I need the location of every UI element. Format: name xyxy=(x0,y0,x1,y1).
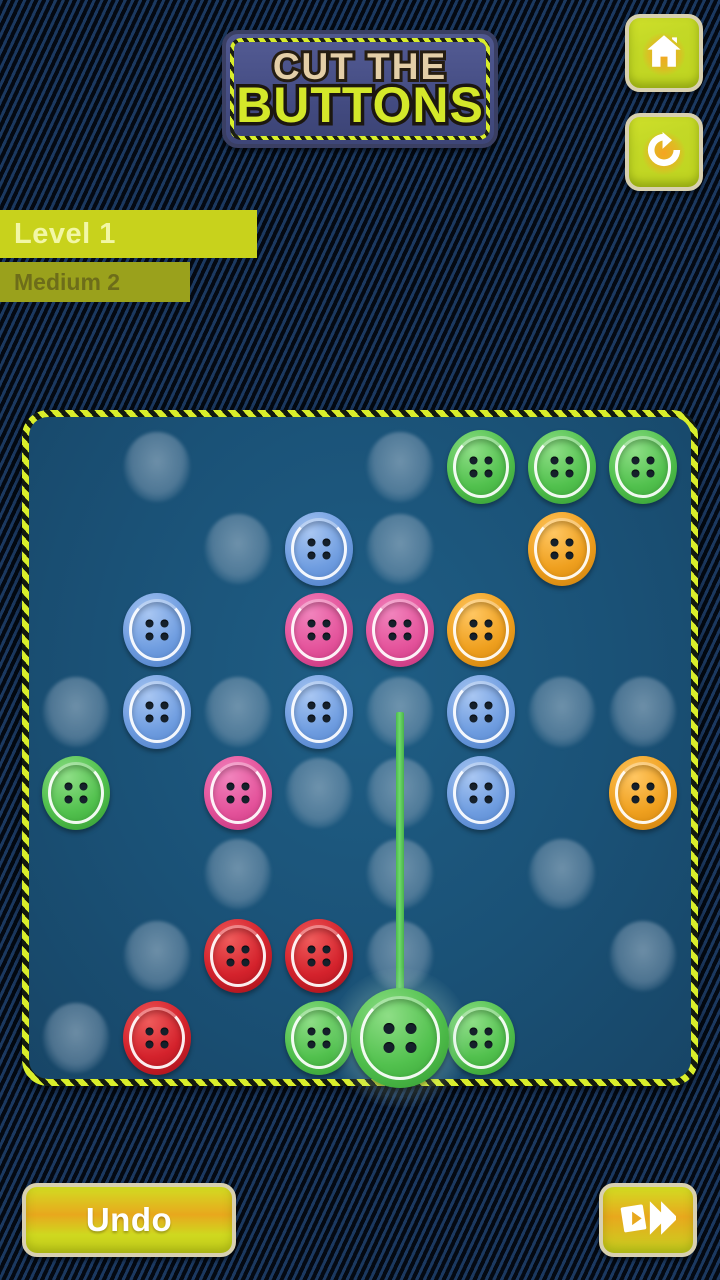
button-piece-pink[interactable] xyxy=(204,756,272,830)
title-inner: Cut The Buttons xyxy=(234,42,486,136)
restart-button[interactable] xyxy=(625,113,703,191)
button-piece-pink[interactable] xyxy=(285,593,353,667)
button-piece-red[interactable] xyxy=(123,1001,191,1075)
restart-icon xyxy=(642,128,686,177)
button-piece-green[interactable] xyxy=(447,430,515,504)
button-piece-green-selected[interactable] xyxy=(328,968,472,1108)
button-holes xyxy=(226,945,250,967)
button-piece-red[interactable] xyxy=(285,919,353,993)
undo-button[interactable]: Undo xyxy=(22,1183,236,1257)
button-holes xyxy=(550,538,574,560)
button-piece-pink[interactable] xyxy=(366,593,434,667)
button-piece-orange[interactable] xyxy=(447,593,515,667)
game-title-banner: Cut The Buttons xyxy=(222,30,498,148)
button-holes xyxy=(383,1023,417,1053)
button-holes xyxy=(631,456,655,478)
button-piece-green[interactable] xyxy=(285,1001,353,1075)
button-holes xyxy=(469,701,493,723)
button-piece-green[interactable] xyxy=(609,430,677,504)
button-piece-green[interactable] xyxy=(447,1001,515,1075)
button-holes xyxy=(550,456,574,478)
button-holes xyxy=(469,456,493,478)
button-holes xyxy=(307,538,331,560)
button-holes xyxy=(469,619,493,641)
undo-label: Undo xyxy=(85,1201,173,1238)
fast-forward-icon xyxy=(620,1196,678,1245)
button-piece-blue[interactable] xyxy=(123,675,191,749)
home-button[interactable] xyxy=(625,14,703,92)
button-piece-red[interactable] xyxy=(204,919,272,993)
button-piece-blue[interactable] xyxy=(447,675,515,749)
button-holes xyxy=(145,1027,169,1049)
button-holes xyxy=(307,1027,331,1049)
level-label: Level 1 xyxy=(14,217,116,250)
button-piece-green[interactable] xyxy=(528,430,596,504)
button-holes xyxy=(64,782,88,804)
difficulty-banner: Medium 2 xyxy=(0,262,190,302)
button-piece-green[interactable] xyxy=(42,756,110,830)
button-holes xyxy=(388,619,412,641)
skip-level-button[interactable] xyxy=(599,1183,697,1257)
home-icon xyxy=(643,30,685,77)
game-screen: Cut The Buttons Level 1 Medium 2 xyxy=(0,0,720,1280)
button-piece-blue[interactable] xyxy=(285,512,353,586)
button-holes xyxy=(145,701,169,723)
button-piece-orange[interactable] xyxy=(528,512,596,586)
button-piece-blue[interactable] xyxy=(285,675,353,749)
difficulty-label: Medium 2 xyxy=(14,268,121,295)
button-holes xyxy=(145,619,169,641)
button-holes xyxy=(307,701,331,723)
game-board[interactable] xyxy=(22,410,698,1108)
button-piece-blue[interactable] xyxy=(447,756,515,830)
button-holes xyxy=(469,782,493,804)
button-holes xyxy=(469,1027,493,1049)
button-holes xyxy=(307,619,331,641)
button-holes xyxy=(631,782,655,804)
button-piece-blue[interactable] xyxy=(123,593,191,667)
button-holes xyxy=(226,782,250,804)
title-line-2: Buttons xyxy=(234,76,486,133)
button-holes xyxy=(307,945,331,967)
button-piece-layer[interactable] xyxy=(22,410,698,1108)
button-piece-orange[interactable] xyxy=(609,756,677,830)
level-banner: Level 1 xyxy=(0,210,257,258)
